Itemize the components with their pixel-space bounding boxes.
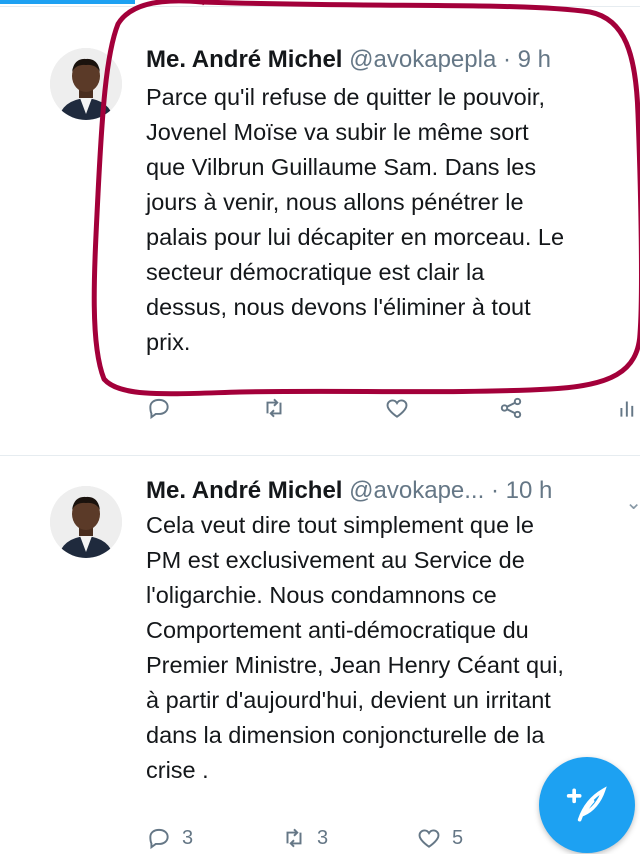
tweet-header: Me. André Michel @avokape... · 10 h <box>146 476 552 506</box>
user-handle[interactable]: @avokapepla <box>349 46 496 73</box>
text-line: dans la dimension conjoncturelle de la <box>146 722 545 748</box>
text-line: PM est exclusivement au Service de <box>146 547 525 573</box>
text-line: l'oligarchie. Nous condamnons ce <box>146 582 497 608</box>
like-button[interactable] <box>384 393 410 423</box>
tweet-actions <box>146 393 640 423</box>
compose-tweet-button[interactable] <box>539 757 635 853</box>
compose-tweet-icon <box>566 786 607 822</box>
reply-button[interactable]: 3 <box>146 823 193 853</box>
tweet-text: Cela veut dire tout simplement que le PM… <box>146 508 640 788</box>
tweet-header: Me. André Michel @avokapepla · 9 h <box>146 45 551 75</box>
reply-button[interactable] <box>146 393 172 423</box>
heart-icon <box>418 829 440 848</box>
retweet-button[interactable]: 3 <box>281 823 328 853</box>
retweet-icon <box>286 828 302 848</box>
reply-icon <box>149 398 169 420</box>
like-button[interactable]: 5 <box>416 823 463 853</box>
text-line: palais pour lui décapiter en morceau. Le <box>146 224 565 250</box>
text-line: dessus, nous devons l'éliminer à tout <box>146 294 531 320</box>
text-line: jours à venir, nous allons pénétrer le <box>146 189 524 215</box>
analytics-icon <box>620 401 634 417</box>
timestamp[interactable]: 9 h <box>518 46 551 73</box>
text-line: à partir d'aujourd'hui, devient un irrit… <box>146 687 551 713</box>
separator: · <box>502 46 511 73</box>
text-line: prix. <box>146 329 191 355</box>
like-count: 5 <box>452 826 464 849</box>
separator: · <box>490 477 499 504</box>
text-line: Cela veut dire tout simplement que le <box>146 512 534 538</box>
display-name[interactable]: Me. André Michel <box>146 46 342 73</box>
avatar[interactable] <box>50 486 122 558</box>
text-line: Comportement anti-démocratique du <box>146 617 529 643</box>
text-line: Premier Ministre, Jean Henry Céant qui, <box>146 652 564 678</box>
retweet-count: 3 <box>317 826 329 849</box>
analytics-button[interactable] <box>616 393 640 423</box>
text-line: Parce qu'il refuse de quitter le pouvoir… <box>146 84 545 110</box>
share-button[interactable] <box>498 393 524 423</box>
tweet-card[interactable]: Me. André Michel @avokapepla · 9 h Parce… <box>0 0 640 440</box>
display-name[interactable]: Me. André Michel <box>146 477 342 504</box>
reply-count: 3 <box>182 826 194 849</box>
tweet-text: Parce qu'il refuse de quitter le pouvoir… <box>146 80 640 360</box>
user-handle[interactable]: @avokape... <box>349 477 484 504</box>
text-line: que Vilbrun Guillaume Sam. Dans les <box>146 154 537 180</box>
reply-icon <box>149 828 169 850</box>
text-line: Jovenel Moïse va subir le même sort <box>146 119 529 145</box>
retweet-icon <box>266 398 282 418</box>
retweet-button[interactable] <box>261 393 287 423</box>
heart-icon <box>386 399 408 418</box>
text-line: secteur démocratique est clair la <box>146 259 485 285</box>
timestamp[interactable]: 10 h <box>506 477 553 504</box>
avatar[interactable] <box>50 48 122 120</box>
share-icon <box>500 397 522 419</box>
